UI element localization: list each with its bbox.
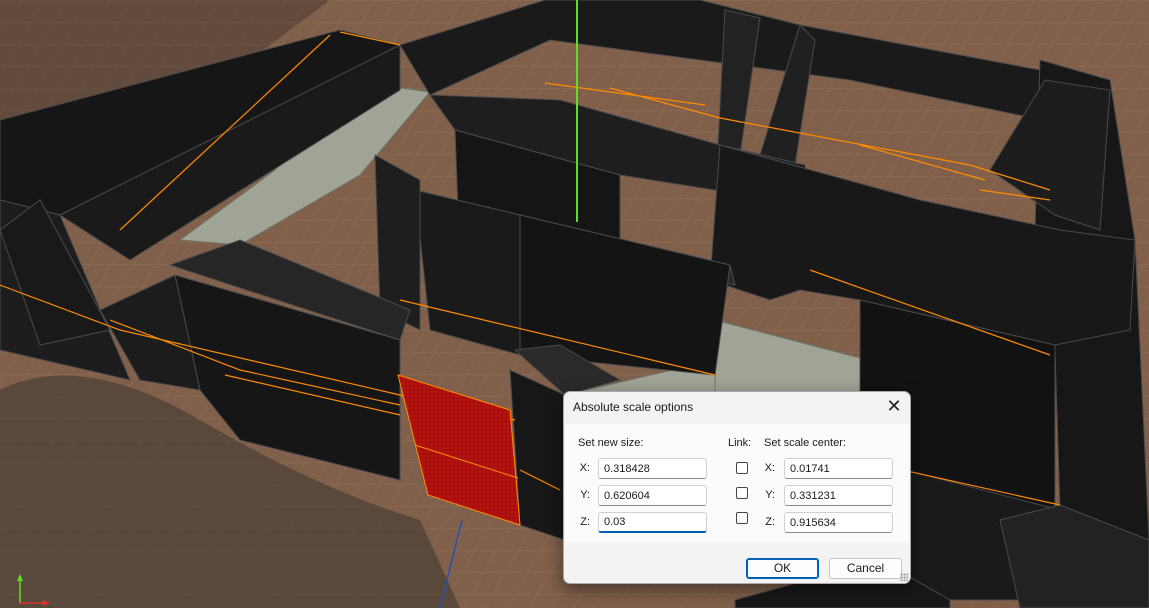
set-new-size-label: Set new size: bbox=[578, 437, 644, 449]
center-z-input[interactable] bbox=[784, 512, 893, 533]
dialog-body: Set new size: Link: Set scale center: X:… bbox=[565, 424, 909, 542]
center-y-label: Y: bbox=[765, 489, 775, 501]
ok-button[interactable]: OK bbox=[746, 558, 819, 579]
close-icon[interactable]: ✕ bbox=[883, 395, 905, 417]
size-z-label: Z: bbox=[580, 516, 590, 528]
center-x-label: X: bbox=[764, 462, 775, 474]
center-y-input[interactable] bbox=[784, 485, 893, 506]
link-y-checkbox[interactable] bbox=[736, 487, 748, 499]
link-label: Link: bbox=[728, 437, 752, 449]
absolute-scale-dialog: Absolute scale options ✕ Set new size: L… bbox=[563, 391, 911, 584]
link-x-checkbox[interactable] bbox=[736, 462, 748, 474]
dialog-title: Absolute scale options bbox=[573, 400, 694, 414]
size-y-input[interactable] bbox=[598, 485, 707, 506]
cancel-button[interactable]: Cancel bbox=[829, 558, 902, 579]
resize-grip-icon[interactable] bbox=[900, 573, 908, 581]
set-scale-center-label: Set scale center: bbox=[764, 437, 846, 449]
size-x-input[interactable] bbox=[598, 458, 707, 479]
link-z-checkbox[interactable] bbox=[736, 512, 748, 524]
size-x-label: X: bbox=[579, 462, 590, 474]
size-y-label: Y: bbox=[580, 489, 590, 501]
center-z-label: Z: bbox=[765, 516, 775, 528]
center-x-input[interactable] bbox=[784, 458, 893, 479]
size-z-input[interactable] bbox=[598, 512, 707, 533]
